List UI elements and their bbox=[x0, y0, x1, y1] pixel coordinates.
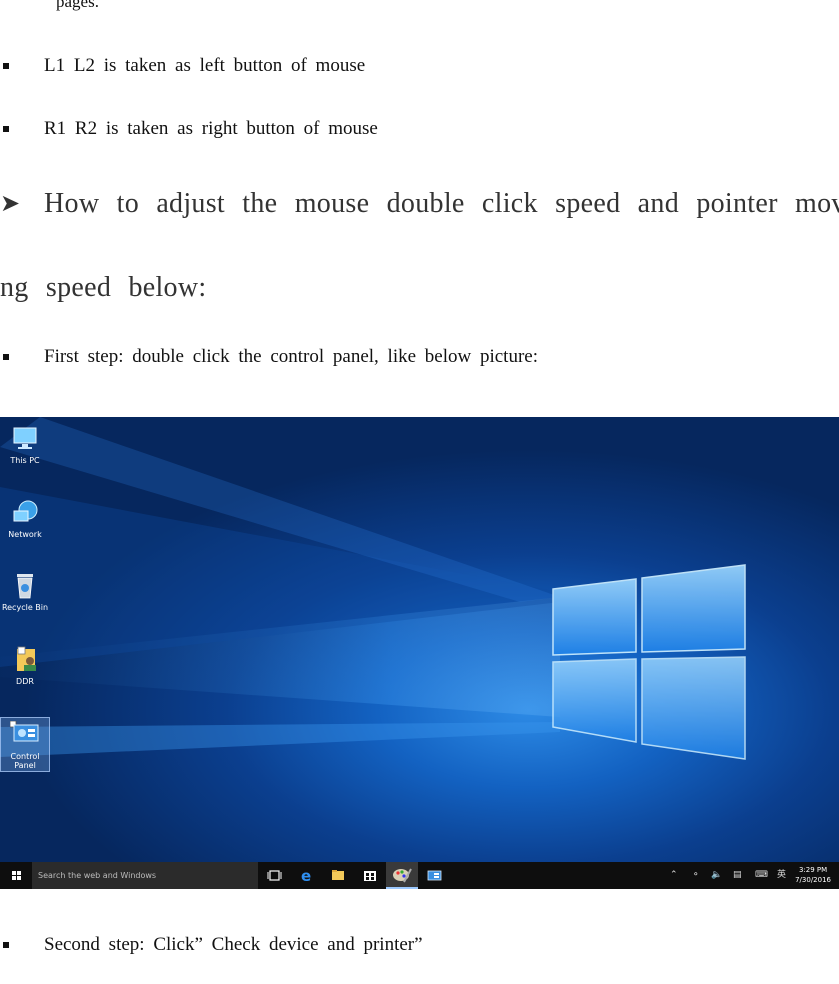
bullet-marker bbox=[3, 354, 9, 360]
show-hidden-icons-button[interactable]: ⌃ bbox=[670, 862, 678, 889]
edge-button[interactable]: e bbox=[292, 862, 320, 889]
store-button[interactable] bbox=[356, 862, 384, 889]
control-panel-icon bbox=[427, 870, 442, 881]
clock-time: 3:29 PM bbox=[798, 866, 828, 874]
bullet-text: L1 L2 is taken as left button of mouse bbox=[44, 55, 366, 76]
step1-text: First step: double click the control pan… bbox=[44, 346, 538, 367]
desktop-icon-ddr[interactable]: DDR bbox=[1, 646, 49, 686]
desktop-icon-label: Control bbox=[10, 752, 40, 761]
control-panel-taskbar-button[interactable] bbox=[420, 862, 448, 889]
task-view-button[interactable] bbox=[260, 862, 288, 889]
desktop-icon-network[interactable]: Network bbox=[1, 499, 49, 539]
computer-icon bbox=[10, 425, 40, 453]
clock-date: 7/30/2016 bbox=[795, 876, 831, 884]
notification-icon[interactable]: ▤ bbox=[733, 862, 742, 889]
desktop-icon-label: Network bbox=[8, 530, 42, 539]
wifi-icon[interactable]: ⚬ bbox=[692, 862, 700, 889]
user-folder-icon bbox=[10, 646, 40, 674]
task-view-icon bbox=[267, 870, 282, 881]
windows-light-beam bbox=[0, 417, 746, 760]
taskbar-search-box[interactable]: Search the web and Windows bbox=[32, 862, 258, 889]
arrow-bullet-icon: ➤ bbox=[0, 189, 21, 217]
taskbar-clock[interactable]: 3:29 PM 7/30/2016 bbox=[795, 865, 831, 885]
section-heading-line1: How to adjust the mouse double click spe… bbox=[44, 188, 839, 219]
desktop-icon-label: DDR bbox=[16, 677, 34, 686]
desktop-icon-label: Recycle Bin bbox=[1, 603, 49, 612]
start-button[interactable] bbox=[2, 862, 30, 889]
page-fragment-text: pages. bbox=[56, 0, 99, 11]
ime-indicator[interactable]: 英 bbox=[777, 862, 786, 889]
step2-text: Second step: Click” Check device and pri… bbox=[44, 934, 423, 955]
bullet-text: R1 R2 is taken as right button of mouse bbox=[44, 118, 378, 139]
windows-logo-icon bbox=[12, 871, 21, 880]
bullet-marker bbox=[3, 126, 9, 132]
section-heading-line2: ng speed below: bbox=[0, 272, 207, 303]
file-explorer-button[interactable] bbox=[324, 862, 352, 889]
bullet-marker bbox=[3, 63, 9, 69]
folder-icon bbox=[332, 870, 344, 880]
recycle-bin-icon bbox=[10, 572, 40, 600]
network-icon bbox=[10, 499, 40, 527]
desktop-icon-this-pc[interactable]: This PC bbox=[1, 425, 49, 465]
taskbar: Search the web and Windows e ⌃ ⚬ 🔈 ▤ ⌨ 英… bbox=[0, 862, 839, 889]
store-icon bbox=[364, 871, 376, 881]
control-panel-icon bbox=[9, 720, 40, 749]
paint-icon bbox=[393, 868, 412, 883]
desktop-screenshot: This PC Network Recycle Bin DDR Control … bbox=[0, 417, 839, 889]
svg-text:e: e bbox=[301, 867, 311, 885]
paint-app-button[interactable] bbox=[386, 862, 418, 889]
keyboard-icon[interactable]: ⌨ bbox=[755, 862, 768, 889]
desktop-icon-label: Panel bbox=[14, 761, 36, 770]
desktop-icon-control-panel[interactable]: Control Panel bbox=[0, 717, 50, 772]
edge-icon: e bbox=[301, 867, 311, 885]
desktop-icon-label: This PC bbox=[10, 456, 40, 465]
desktop-icon-recycle-bin[interactable]: Recycle Bin bbox=[1, 572, 49, 612]
volume-icon[interactable]: 🔈 bbox=[711, 862, 722, 889]
bullet-marker bbox=[3, 942, 9, 948]
